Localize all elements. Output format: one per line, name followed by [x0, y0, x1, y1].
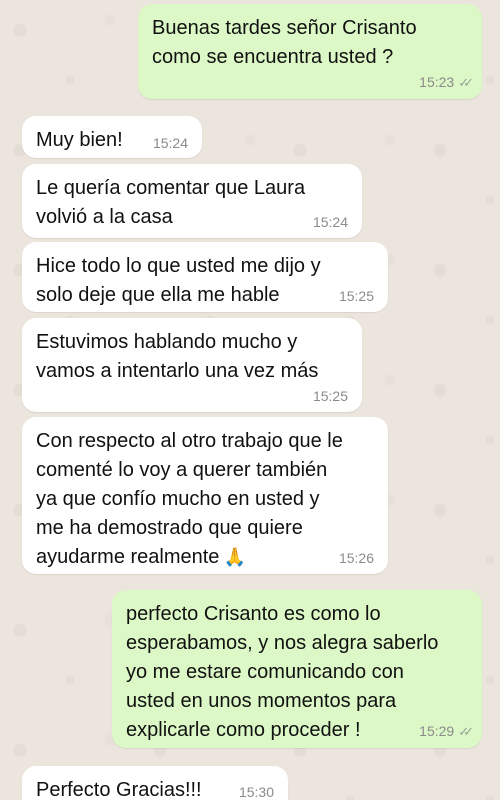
message-timestamp: 15:25 — [312, 388, 348, 404]
message-timestamp: 15:26 — [338, 550, 374, 566]
message-text: perfecto Crisanto es como lo esperabamos… — [126, 603, 439, 741]
message-text: Estuvimos hablando mucho y vamos a inten… — [36, 331, 319, 382]
message-text: Con respecto al otro trabajo que le come… — [36, 427, 374, 572]
message-bubble-incoming[interactable]: Le quería comentar que Laura volvió a la… — [22, 164, 362, 238]
message-timestamp: 15:29 — [419, 723, 455, 739]
message-timestamp: 15:24 — [312, 214, 348, 230]
message-time: 15:23 ✓✓ — [419, 74, 474, 91]
message-bubble-incoming[interactable]: Muy bien! 15:24 — [22, 116, 202, 158]
message-bubble-outgoing[interactable]: perfecto Crisanto es como lo esperabamos… — [112, 590, 482, 748]
message-text: Buenas tardes señor Crisanto como se enc… — [152, 17, 417, 68]
message-text: Hice todo lo que usted me dijo y solo de… — [36, 255, 321, 306]
read-ticks-icon: ✓✓ — [458, 724, 474, 739]
praying-hands-icon: 🙏 — [223, 547, 246, 568]
message-time: 15:29 ✓✓ — [419, 723, 474, 740]
message-timestamp: 15:24 — [152, 135, 188, 151]
message-text-body: Con respecto al otro trabajo que le come… — [36, 430, 343, 568]
message-text: Le quería comentar que Laura volvió a la… — [36, 177, 306, 228]
message-bubble-incoming[interactable]: Perfecto Gracias!!! 15:30 — [22, 766, 288, 800]
read-ticks-icon: ✓✓ — [458, 75, 474, 90]
message-bubble-incoming[interactable]: Estuvimos hablando mucho y vamos a inten… — [22, 318, 362, 412]
message-timestamp: 15:25 — [338, 288, 374, 304]
message-timestamp: 15:23 — [419, 74, 455, 90]
message-bubble-incoming[interactable]: Hice todo lo que usted me dijo y solo de… — [22, 242, 388, 312]
message-bubble-outgoing[interactable]: Buenas tardes señor Crisanto como se enc… — [138, 4, 482, 99]
chat-conversation: Buenas tardes señor Crisanto como se enc… — [0, 0, 500, 800]
message-timestamp: 15:30 — [238, 784, 274, 800]
message-bubble-incoming[interactable]: Con respecto al otro trabajo que le come… — [22, 417, 388, 574]
